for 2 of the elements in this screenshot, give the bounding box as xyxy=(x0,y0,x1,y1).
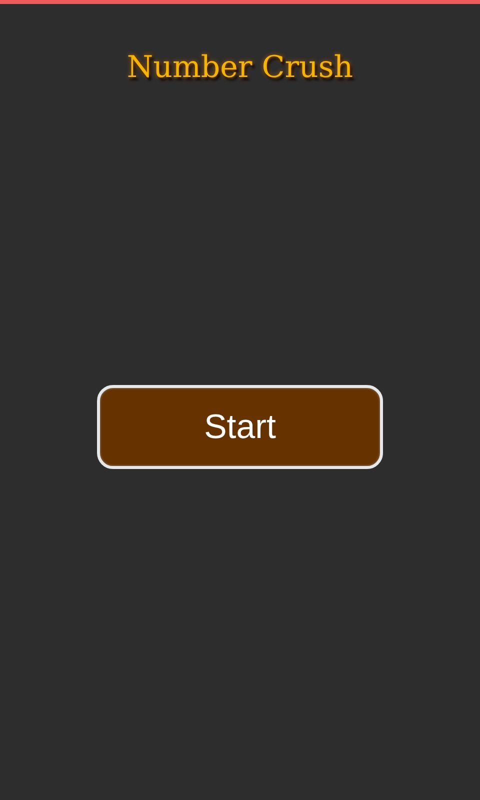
app-title: Number Crush xyxy=(126,50,354,85)
start-button[interactable]: Start xyxy=(97,385,383,469)
